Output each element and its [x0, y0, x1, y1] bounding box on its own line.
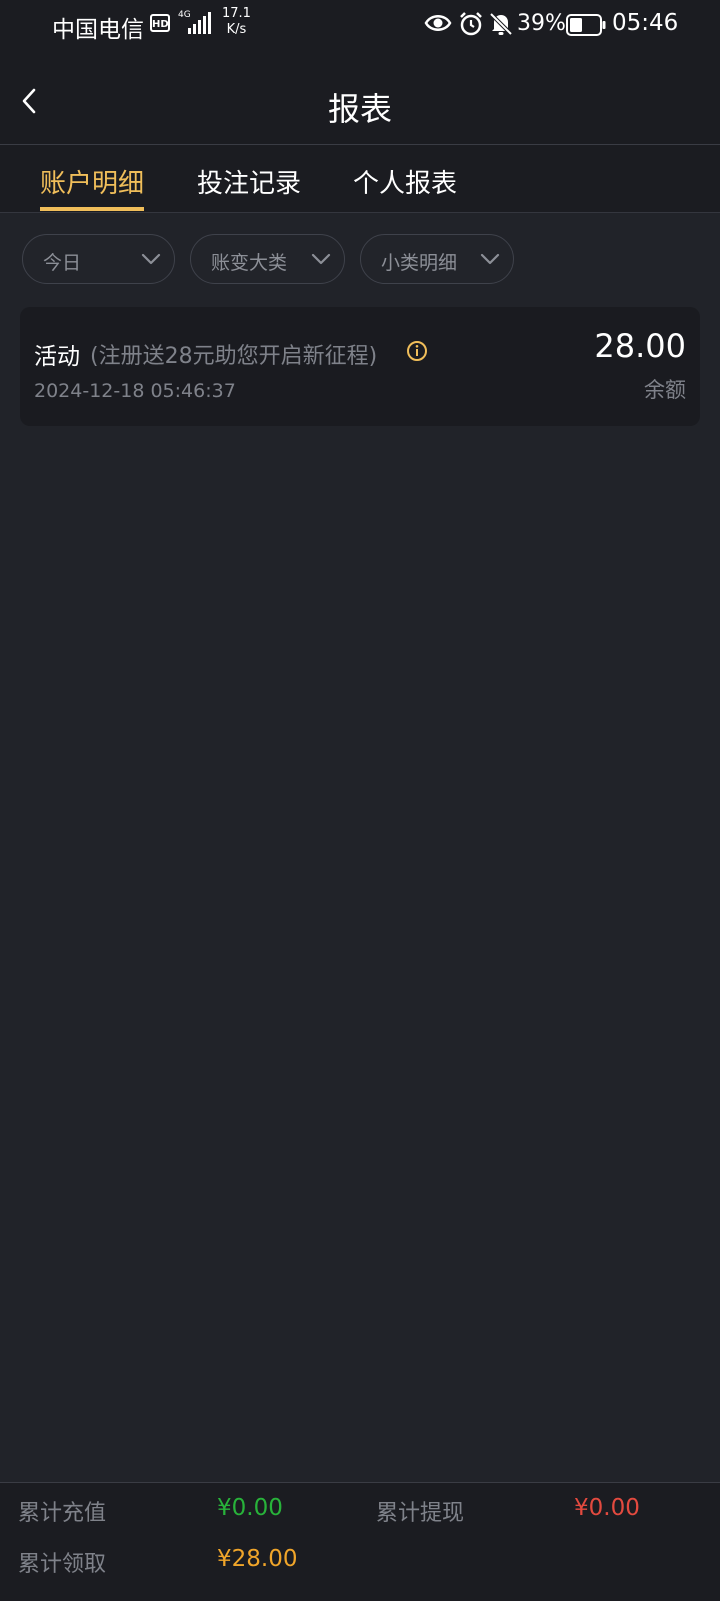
chevron-down-icon — [311, 253, 331, 265]
category-filter-dropdown[interactable]: 账变大类 — [190, 234, 345, 284]
category-filter-label: 账变大类 — [211, 252, 288, 274]
record-type: 活动 — [34, 344, 80, 370]
speed-value: 17.1 — [222, 6, 251, 21]
status-bar: 中国电信 HD 4G 17.1 K/s 39% 05:46 — [0, 0, 720, 52]
speed-unit: K/s — [226, 22, 247, 37]
balance-label: 余额 — [644, 378, 686, 402]
total-withdraw-value: ¥0.00 — [574, 1495, 640, 1521]
chevron-down-icon — [141, 253, 161, 265]
total-claimed-value: ¥28.00 — [217, 1546, 298, 1572]
date-filter-dropdown[interactable]: 今日 — [22, 234, 175, 284]
carrier-name: 中国电信 — [52, 17, 144, 43]
chevron-down-icon — [480, 253, 500, 265]
battery-percent: 39% — [517, 11, 566, 36]
summary-footer: 累计充值 ¥0.00 累计提现 ¥0.00 累计领取 ¥28.00 — [0, 1482, 720, 1601]
network-speed: 17.1 K/s — [222, 6, 251, 38]
clock: 05:46 — [612, 10, 679, 36]
page-title: 报表 — [327, 90, 392, 128]
tab-bet-records[interactable]: 投注记录 — [197, 163, 301, 211]
info-icon[interactable] — [406, 340, 428, 362]
alarm-icon — [460, 12, 482, 36]
bell-muted-icon — [489, 12, 513, 36]
record-note: (注册送28元助您开启新征程) — [90, 344, 378, 369]
total-deposit-label: 累计充值 — [18, 1501, 107, 1526]
signal-icon — [188, 12, 211, 34]
subcategory-filter-label: 小类明细 — [381, 252, 458, 274]
total-deposit-value: ¥0.00 — [217, 1495, 283, 1521]
date-filter-label: 今日 — [43, 252, 82, 274]
eye-icon — [424, 15, 452, 31]
total-claimed-label: 累计领取 — [18, 1552, 107, 1577]
subcategory-filter-dropdown[interactable]: 小类明细 — [360, 234, 514, 284]
app-header: 报表 — [0, 52, 720, 145]
battery-icon — [566, 14, 606, 36]
total-withdraw-label: 累计提现 — [376, 1501, 465, 1526]
transaction-record[interactable]: 活动 (注册送28元助您开启新征程) 2024-12-18 05:46:37 2… — [20, 307, 700, 426]
record-date: 2024-12-18 05:46:37 — [34, 380, 236, 402]
tab-personal-report[interactable]: 个人报表 — [353, 163, 457, 211]
tab-bar: 账户明细 投注记录 个人报表 — [0, 145, 720, 213]
hd-icon: HD — [150, 14, 170, 32]
record-amount: 28.00 — [594, 327, 686, 365]
tab-account-details[interactable]: 账户明细 — [40, 163, 145, 211]
